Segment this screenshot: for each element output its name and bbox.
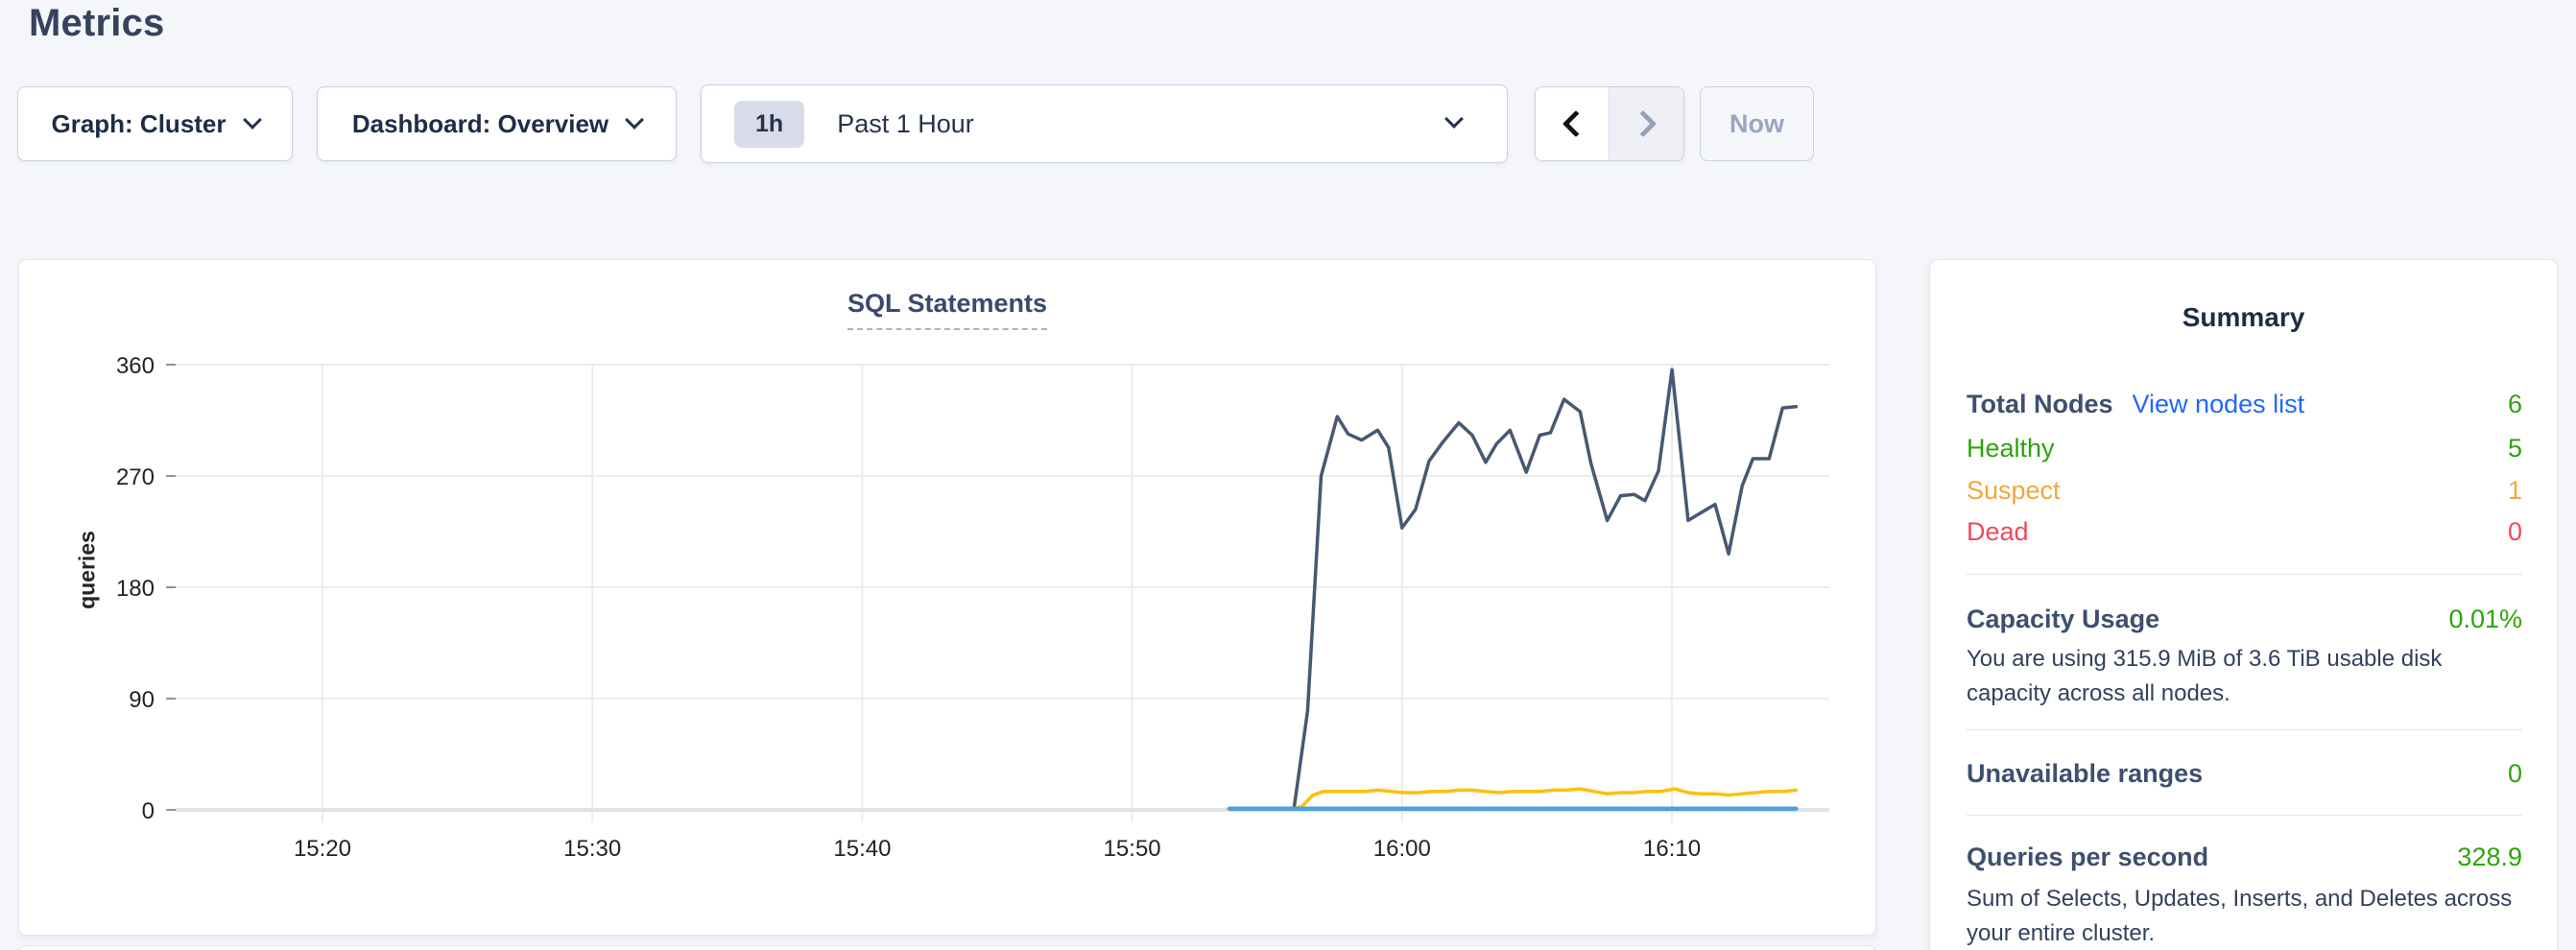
view-nodes-list-link[interactable]: View nodes list (2133, 390, 2305, 419)
chevron-left-icon (1562, 110, 1589, 137)
total-nodes-label: Total Nodes (1967, 390, 2113, 419)
summary-row-dead: Dead 0 (1967, 517, 2522, 547)
dead-value: 0 (2508, 517, 2522, 547)
queries-per-second-value: 328.9 (2457, 843, 2522, 872)
x-tick-label: 15:40 (833, 836, 891, 862)
summary-row-healthy: Healthy 5 (1967, 434, 2522, 463)
series-line-navy (1294, 369, 1796, 807)
x-tick-label: 15:50 (1104, 836, 1161, 862)
chevron-right-icon (1629, 110, 1656, 137)
total-nodes-value: 6 (2508, 390, 2522, 419)
dead-label: Dead (1967, 517, 2029, 547)
qps-description: Sum of Selects, Updates, Inserts, and De… (1967, 882, 2525, 950)
suspect-label: Suspect (1967, 476, 2061, 506)
y-tick-label: 0 (142, 798, 155, 824)
chevron-down-icon (625, 110, 644, 130)
y-tick-label: 270 (116, 464, 155, 490)
previous-window-button[interactable] (1536, 87, 1610, 160)
chevron-down-icon (1444, 109, 1464, 129)
summary-row-qps: Queries per second 328.9 (1967, 843, 2522, 872)
divider (1967, 574, 2522, 575)
summary-row-suspect: Suspect 1 (1967, 476, 2522, 506)
graph-dropdown[interactable]: Graph: Cluster (17, 86, 293, 161)
x-tick-label: 15:30 (563, 836, 621, 862)
unavailable-ranges-label: Unavailable ranges (1967, 759, 2203, 789)
y-tick-label: 360 (116, 353, 155, 379)
queries-per-second-label: Queries per second (1967, 843, 2208, 872)
capacity-usage-value: 0.01% (2448, 605, 2522, 634)
time-range-selector[interactable]: 1h Past 1 Hour (701, 84, 1508, 163)
metrics-page: Metrics Graph: Cluster Dashboard: Overvi… (0, 0, 2576, 950)
divider (1967, 815, 2522, 816)
series-line-yellow (1294, 789, 1796, 809)
summary-panel: Summary Total Nodes View nodes list 6 He… (1929, 259, 2558, 950)
capacity-usage-description: You are using 315.9 MiB of 3.6 TiB usabl… (1967, 642, 2525, 711)
graph-dropdown-label: Graph: Cluster (51, 109, 226, 139)
capacity-usage-label: Capacity Usage (1967, 605, 2159, 634)
sql-statements-chart: 15:20 15:30 15:40 15:50 16:00 16:10 0 90 180 270 3… (19, 260, 1877, 937)
now-button[interactable]: Now (1700, 86, 1814, 161)
x-tick-label: 16:10 (1643, 836, 1701, 862)
healthy-value: 5 (2508, 434, 2522, 463)
y-tick-label: 90 (129, 687, 155, 713)
summary-title: Summary (1930, 302, 2557, 333)
next-chart-card-top-edge (18, 945, 1876, 950)
x-tick-label: 16:00 (1373, 836, 1431, 862)
summary-row-unavailable-ranges: Unavailable ranges 0 (1967, 759, 2522, 789)
dashboard-dropdown-label: Dashboard: Overview (352, 109, 608, 139)
time-range-label: Past 1 Hour (837, 109, 974, 139)
y-tick-label: 180 (116, 576, 155, 602)
sql-statements-card: SQL Statements queries 15:2015:3015:4015… (18, 259, 1876, 936)
chevron-down-icon (243, 110, 262, 130)
page-title: Metrics (29, 2, 164, 45)
healthy-label: Healthy (1967, 434, 2055, 463)
summary-row-capacity: Capacity Usage 0.01% (1967, 605, 2522, 634)
suspect-value: 1 (2508, 476, 2522, 506)
time-range-badge: 1h (734, 101, 804, 148)
summary-row-total-nodes: Total Nodes View nodes list 6 (1967, 390, 2522, 419)
x-tick-label: 15:20 (294, 836, 351, 862)
divider (1967, 729, 2522, 730)
time-window-nav (1535, 86, 1684, 161)
next-window-button[interactable] (1610, 87, 1683, 160)
dashboard-dropdown[interactable]: Dashboard: Overview (317, 86, 677, 161)
unavailable-ranges-value: 0 (2508, 759, 2522, 789)
